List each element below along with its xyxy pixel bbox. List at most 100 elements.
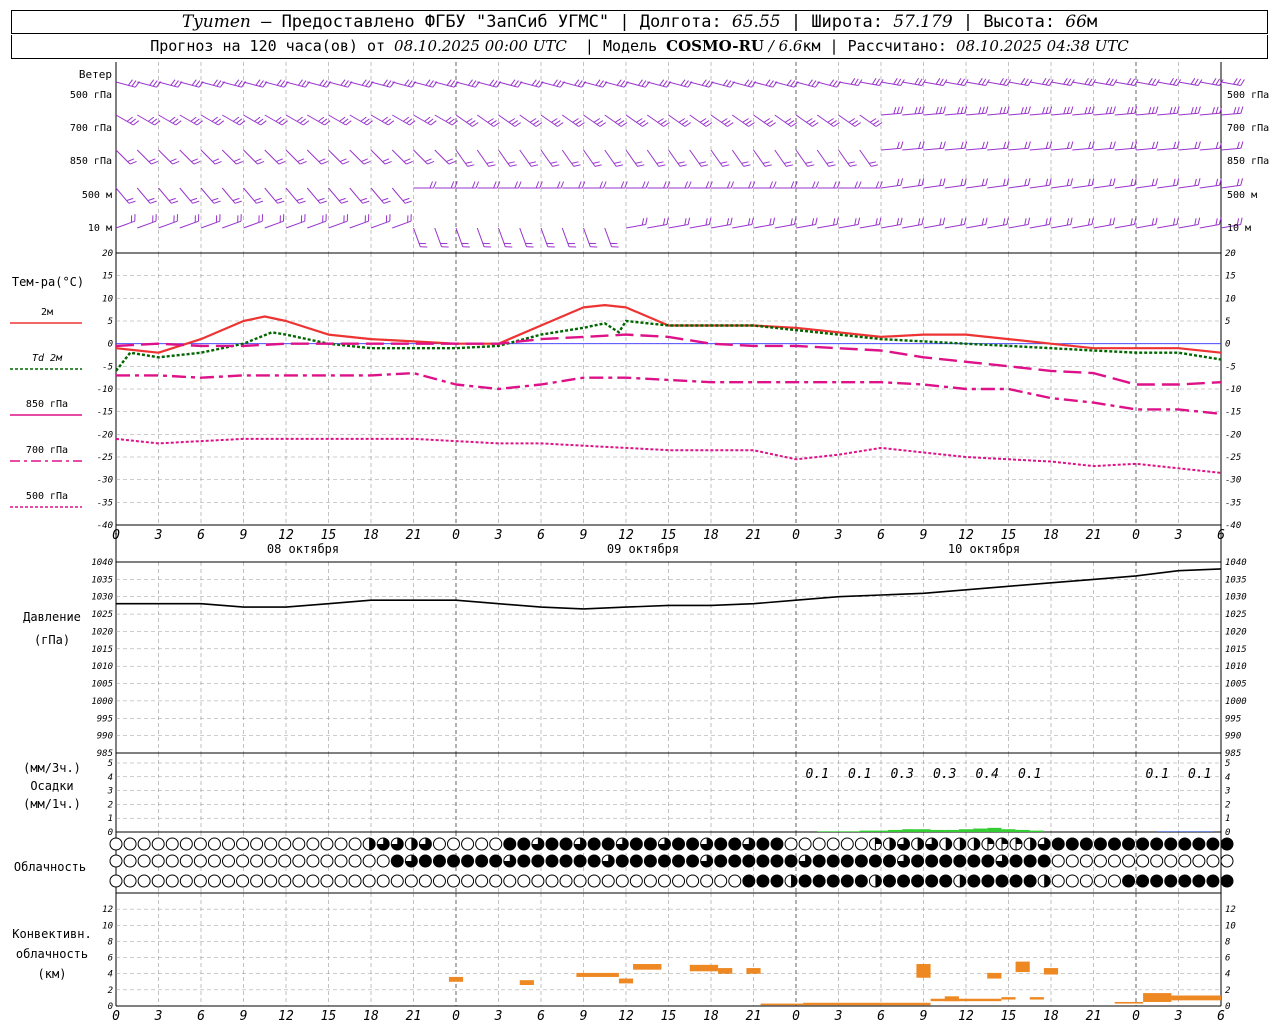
wind-barb xyxy=(625,217,648,229)
wind-barb xyxy=(1029,178,1052,189)
wind-shaft xyxy=(115,149,131,165)
cloud-symbol xyxy=(193,837,207,851)
wind-feather xyxy=(942,141,946,149)
wind-barb xyxy=(115,149,137,165)
wind-feather xyxy=(489,79,495,86)
cloud-symbol xyxy=(1079,874,1093,888)
x-tick-label-bottom: 21 xyxy=(746,1009,762,1024)
wind-shaft xyxy=(434,149,450,165)
x-tick-label-bottom: 6 xyxy=(197,1009,205,1024)
x-tick-label-bottom: 12 xyxy=(278,1009,294,1024)
wind-barb xyxy=(137,79,162,88)
wind-barb xyxy=(285,214,306,229)
wind-feather xyxy=(981,141,985,149)
cloud-symbol xyxy=(1136,874,1150,888)
wind-barb xyxy=(604,227,619,248)
wind-feather xyxy=(705,80,711,87)
wind-barb xyxy=(902,178,925,189)
cloud-symbol xyxy=(615,854,629,868)
cloud-symbol xyxy=(742,837,756,851)
wind-feather xyxy=(1070,178,1073,186)
wind-shaft xyxy=(243,149,258,165)
wind-feather xyxy=(985,141,989,149)
wind-barb xyxy=(838,149,857,167)
wind-barb xyxy=(1199,217,1222,229)
cloud-symbol xyxy=(672,854,686,868)
cloud-symbol xyxy=(643,837,657,851)
wind-barb xyxy=(880,141,904,151)
cloud-fill xyxy=(889,838,896,850)
wind-feather xyxy=(433,181,437,189)
wind-shaft xyxy=(370,114,389,126)
cloud-symbol xyxy=(461,874,475,888)
conv-block xyxy=(718,968,733,974)
cloud-circle xyxy=(222,837,236,851)
cloud-circle xyxy=(250,874,264,888)
cloud-fill xyxy=(1030,838,1037,850)
wind-feather xyxy=(773,181,777,189)
cloud-symbol xyxy=(503,874,517,888)
wind-feather xyxy=(896,106,900,114)
conv-block xyxy=(1029,997,1044,1000)
wind-feather xyxy=(896,178,900,186)
wind-shaft xyxy=(689,114,707,127)
cloud-circle xyxy=(362,874,376,888)
wind-feather xyxy=(573,164,581,167)
cloud-symbol xyxy=(1107,854,1121,868)
wind-shaft xyxy=(392,114,410,126)
wind-barb xyxy=(285,114,310,126)
wind-feather xyxy=(531,164,539,167)
cloud-symbol xyxy=(475,837,489,851)
wind-barb xyxy=(498,149,517,167)
wind-feather xyxy=(701,79,707,86)
wind-feather xyxy=(812,122,819,127)
wind-feather xyxy=(301,80,307,87)
cloud-symbol xyxy=(222,837,236,851)
temp-tick-right: 5 xyxy=(1225,317,1230,327)
wind-feather xyxy=(492,80,498,87)
wind-feather xyxy=(833,181,837,189)
conv-tick-right: 12 xyxy=(1225,905,1236,915)
wind-barb xyxy=(604,181,628,189)
precip-tick-left: 3 xyxy=(107,787,113,797)
cloud-symbol xyxy=(1206,854,1220,868)
cloud-circle xyxy=(953,854,967,868)
wind-shaft xyxy=(200,114,219,126)
wind-shaft xyxy=(1072,184,1093,189)
wind-barb xyxy=(455,114,479,127)
wind-shaft xyxy=(200,187,215,204)
wind-shaft xyxy=(561,227,570,247)
cloud-symbol xyxy=(1150,837,1164,851)
wind-shaft xyxy=(519,227,528,247)
cloud-circle xyxy=(587,854,601,868)
cloud-circle xyxy=(306,837,320,851)
cloud-circle xyxy=(995,874,1009,888)
wind-barb xyxy=(965,141,989,151)
cloud-symbol xyxy=(222,854,236,868)
wind-feather xyxy=(1130,141,1134,149)
wind-feather xyxy=(620,80,626,87)
wind-barb xyxy=(944,178,967,189)
wind-barb xyxy=(1199,78,1224,86)
wind-shaft xyxy=(1199,112,1220,116)
wind-barb xyxy=(434,149,456,165)
wind-feather xyxy=(850,78,856,85)
precip-tick-left: 5 xyxy=(108,759,113,769)
cloud-symbol xyxy=(334,837,348,851)
wind-feather xyxy=(296,116,303,122)
wind-feather xyxy=(450,181,455,189)
wind-feather xyxy=(1194,78,1199,86)
wind-feather xyxy=(345,120,352,126)
wind-feather xyxy=(939,106,943,114)
wind-shaft xyxy=(987,224,1007,229)
wind-shaft xyxy=(413,149,428,165)
cloud-symbol xyxy=(629,874,643,888)
wind-feather xyxy=(1197,217,1201,225)
temp-tick-right: -40 xyxy=(1225,521,1241,531)
wind-feather xyxy=(701,164,709,167)
wind-shaft xyxy=(1050,112,1071,116)
x-tick-label-top: 12 xyxy=(958,528,974,543)
cloud-circle xyxy=(165,837,179,851)
wind-shaft xyxy=(902,112,923,116)
wind-barb xyxy=(540,114,564,127)
